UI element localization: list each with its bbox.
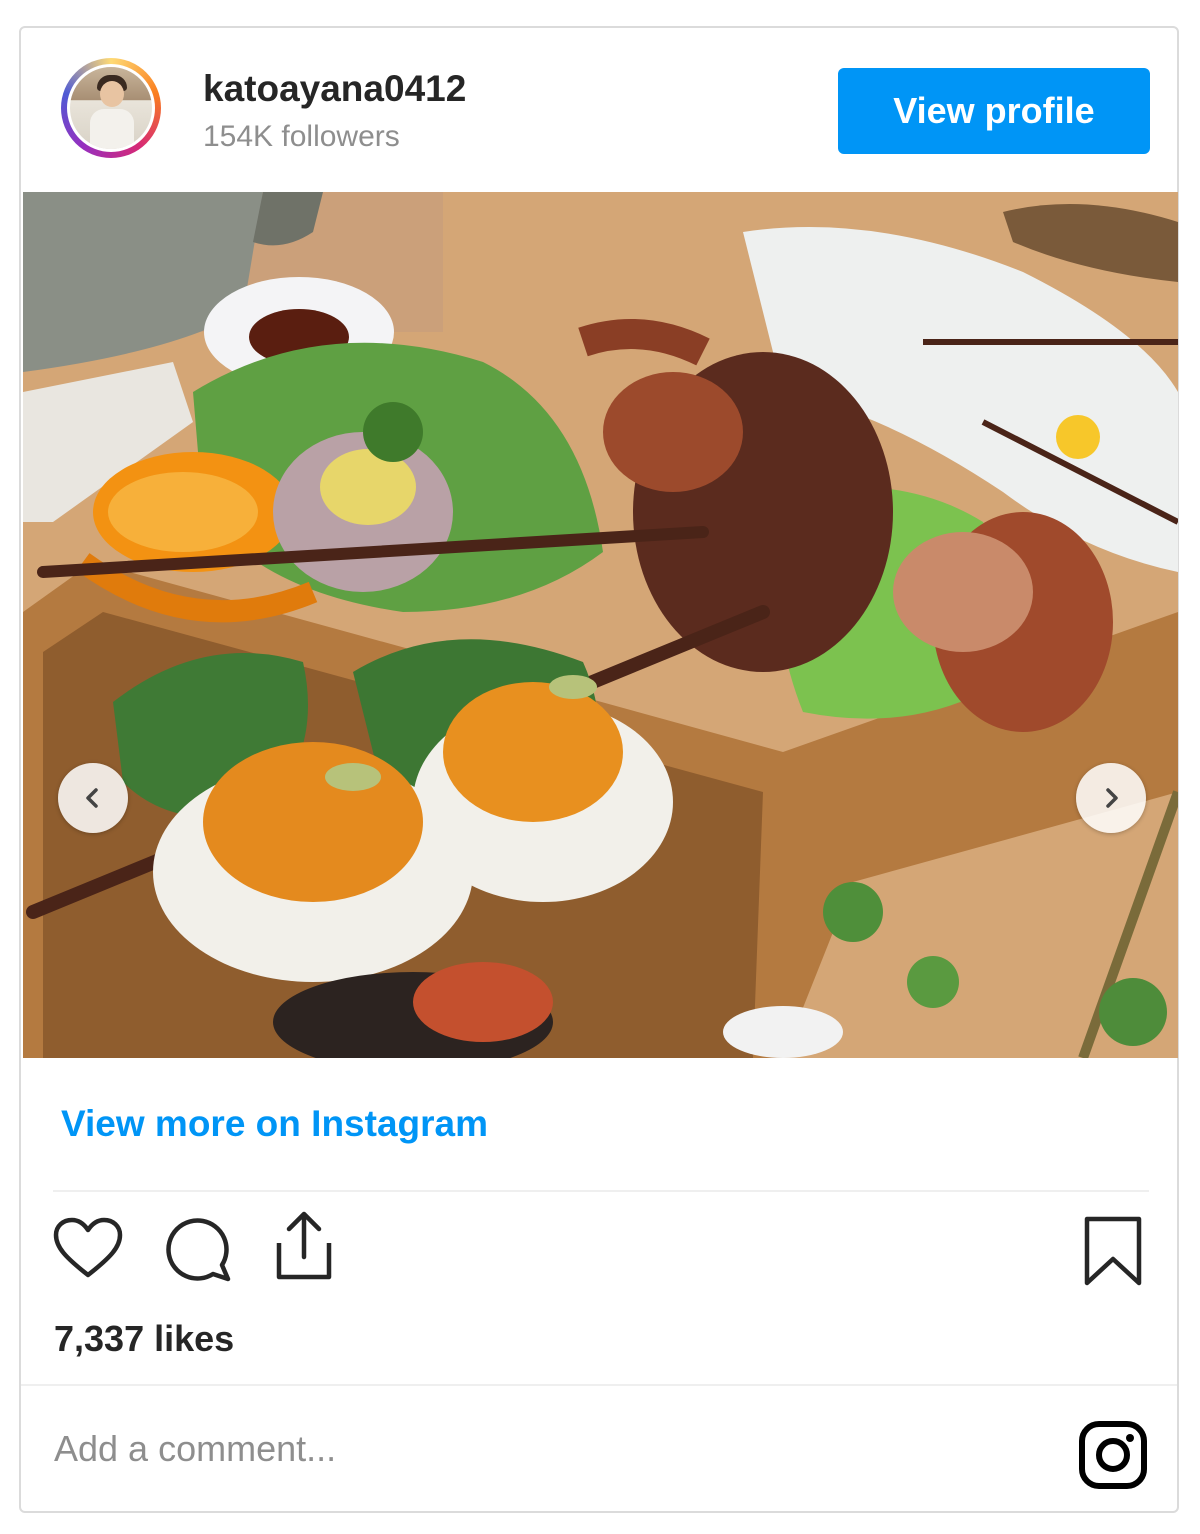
share-icon <box>276 1211 332 1280</box>
carousel-prev-button[interactable] <box>58 763 128 833</box>
post-header: katoayana0412 154K followers View profil… <box>21 28 1177 192</box>
divider <box>53 1190 1149 1192</box>
instagram-logo-link[interactable] <box>1078 1420 1148 1495</box>
action-bar <box>21 1211 1177 1293</box>
instagram-icon <box>1079 1421 1147 1489</box>
divider <box>21 1384 1177 1386</box>
comment-icon <box>166 1218 231 1282</box>
carousel-next-button[interactable] <box>1076 763 1146 833</box>
bookmark-button[interactable] <box>1083 1215 1143 1292</box>
heart-icon <box>53 1217 123 1278</box>
follower-count: 154K followers <box>203 120 400 153</box>
post-image[interactable] <box>23 192 1178 1058</box>
like-button[interactable] <box>53 1217 123 1284</box>
instagram-embed-card: katoayana0412 154K followers View profil… <box>19 26 1179 1513</box>
view-more-link[interactable]: View more on Instagram <box>61 1103 488 1145</box>
username[interactable]: katoayana0412 <box>203 68 466 110</box>
add-comment-field[interactable]: Add a comment... <box>54 1428 336 1470</box>
avatar-photo <box>67 64 155 152</box>
chevron-right-icon <box>1106 788 1118 808</box>
comment-button[interactable] <box>164 1215 232 1288</box>
food-platter-illustration <box>23 192 1178 1058</box>
view-profile-button[interactable]: View profile <box>838 68 1150 154</box>
bookmark-icon <box>1084 1216 1142 1286</box>
like-count: 7,337 likes <box>54 1318 235 1359</box>
share-button[interactable] <box>271 1209 337 1286</box>
avatar[interactable] <box>61 58 161 158</box>
chevron-left-icon <box>86 788 98 808</box>
